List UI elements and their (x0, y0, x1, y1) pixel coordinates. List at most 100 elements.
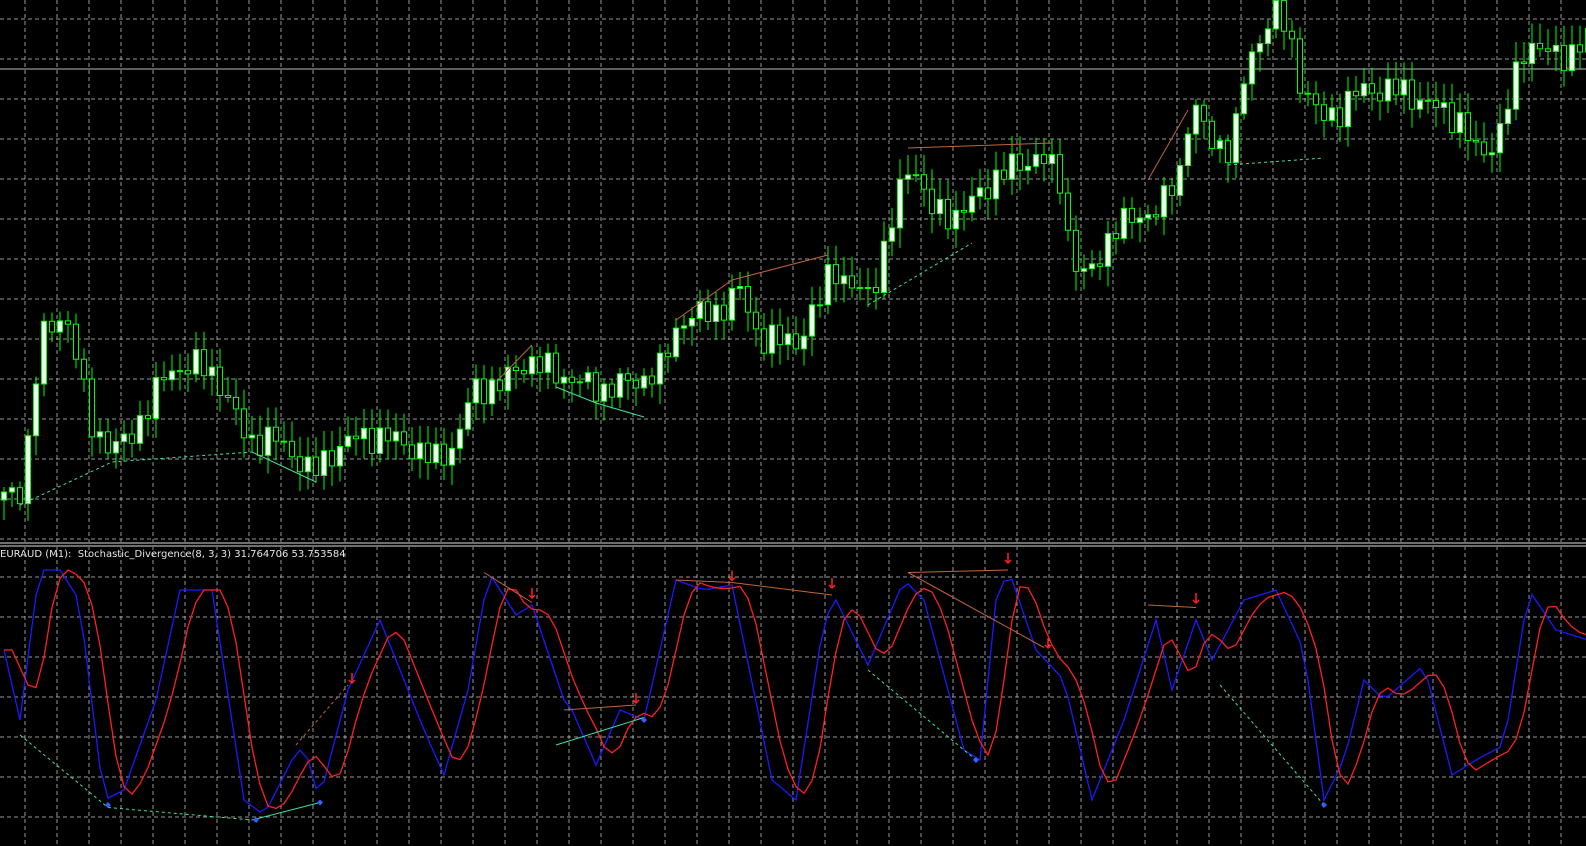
bull-candle (209, 366, 215, 377)
bull-candle (617, 373, 623, 398)
bear-candle (49, 320, 55, 333)
buy-marker-icon (105, 802, 111, 808)
bear-candle (849, 275, 855, 289)
bear-candle (1097, 263, 1103, 267)
bull-candle (97, 431, 103, 438)
buy-marker-icon (1321, 802, 1327, 808)
bull-candle (25, 435, 31, 505)
bear-candle (105, 431, 111, 454)
bear-candle (185, 370, 191, 375)
bear-candle (425, 442, 431, 464)
price-chart[interactable] (0, 0, 1586, 846)
bear-candle (65, 320, 71, 325)
buy-marker-icon (317, 799, 323, 806)
bull-candle (1553, 44, 1559, 52)
stochastic-main-line (3, 569, 1586, 813)
bull-candle (1497, 123, 1503, 154)
bull-candle (913, 174, 919, 177)
bear-candle (665, 352, 671, 358)
bull-candle (769, 324, 775, 354)
bull-candle (1009, 153, 1015, 180)
bull-candle (1081, 268, 1087, 272)
bear-candle (225, 394, 231, 398)
bear-candle (1473, 139, 1479, 143)
bull-candle (785, 333, 791, 346)
bull-candle (1417, 99, 1423, 110)
bear-candle (833, 264, 839, 285)
bear-candle (81, 358, 87, 380)
bear-candle (793, 333, 799, 350)
bear-candle (537, 356, 543, 373)
bear-candle (633, 379, 639, 389)
bull-candle (825, 264, 831, 306)
bull-candle (817, 304, 823, 307)
bear-candle (1225, 140, 1231, 164)
stochastic-divergence-line (1147, 604, 1197, 608)
bull-candle (1177, 165, 1183, 196)
bear-candle (1073, 229, 1079, 272)
bear-candle (441, 443, 447, 466)
bull-candle (177, 370, 183, 373)
bull-candle (249, 434, 255, 439)
bear-candle (241, 408, 247, 439)
bear-candle (1169, 185, 1175, 196)
bear-candle (217, 366, 223, 396)
bull-candle (1529, 42, 1535, 65)
bull-candle (41, 320, 47, 385)
bull-candle (345, 435, 351, 447)
bear-candle (161, 377, 167, 381)
bull-candle (801, 335, 807, 350)
bear-candle (1113, 233, 1119, 239)
bull-candle (505, 366, 511, 392)
sell-arrow-icon (728, 570, 736, 582)
bull-candle (473, 378, 479, 404)
bull-candle (601, 383, 607, 402)
bull-candle (1505, 108, 1511, 125)
bear-candle (273, 426, 279, 442)
sell-arrow-icon (1004, 553, 1012, 565)
stochastic-divergence-line (907, 572, 1045, 648)
bull-candle (489, 379, 495, 405)
bear-candle (353, 435, 359, 440)
bull-candle (1249, 51, 1255, 85)
sell-arrow-icon (1192, 593, 1200, 605)
bull-candle (713, 304, 719, 322)
bull-candle (1025, 165, 1031, 171)
bull-candle (673, 327, 679, 358)
bear-candle (1545, 48, 1551, 52)
bull-candle (457, 428, 463, 449)
bear-candle (313, 456, 319, 477)
bull-candle (1089, 263, 1095, 270)
bull-candle (393, 431, 399, 442)
bear-candle (1017, 153, 1023, 171)
bear-candle (609, 383, 615, 398)
price-divergence-line (907, 142, 1053, 149)
bear-candle (1425, 99, 1431, 102)
bull-candle (57, 320, 63, 333)
bull-candle (33, 383, 39, 437)
bull-candle (657, 352, 663, 385)
bear-candle (1577, 44, 1583, 53)
bear-candle (521, 370, 527, 375)
bull-candle (433, 443, 439, 464)
bull-candle (1193, 104, 1199, 135)
bear-candle (745, 285, 751, 313)
indicator-label: EURAUD (M1): Stochastic_Divergence(8, 3,… (0, 549, 346, 560)
bear-candle (1537, 42, 1543, 50)
bull-candle (577, 381, 583, 384)
bear-candle (1153, 214, 1159, 218)
bull-candle (1145, 214, 1151, 219)
bull-candle (153, 377, 159, 420)
stochastic-divergence-line (1219, 684, 1325, 806)
candles (1, 0, 1586, 521)
bull-candle (377, 427, 383, 454)
bear-candle (1353, 90, 1359, 97)
bull-candle (1265, 28, 1271, 45)
bear-candle (401, 431, 407, 446)
bull-candle (857, 287, 863, 290)
bear-candle (329, 450, 335, 467)
bull-candle (969, 195, 975, 213)
bear-candle (1521, 61, 1527, 65)
bear-candle (409, 444, 415, 460)
bear-candle (17, 487, 23, 505)
